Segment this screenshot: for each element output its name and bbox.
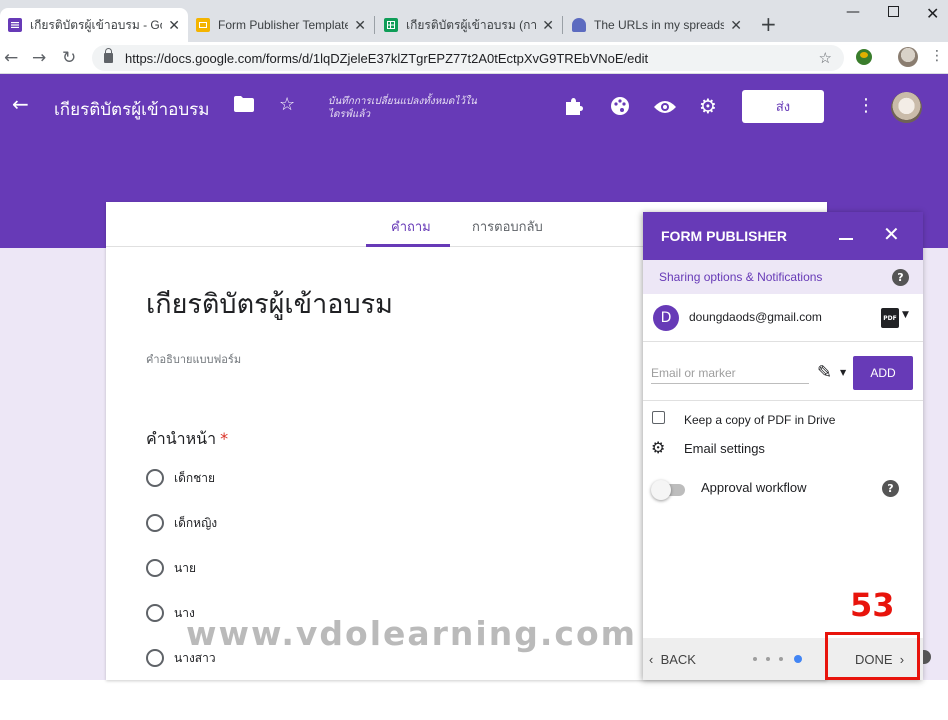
help-icon[interactable]: ? xyxy=(882,480,899,497)
close-tab-icon[interactable]: ✕ xyxy=(168,17,180,34)
tab-responses[interactable]: การตอบกลับ xyxy=(472,216,543,237)
close-tab-icon[interactable]: ✕ xyxy=(354,17,366,34)
approval-workflow-label: Approval workflow xyxy=(701,480,807,495)
tab-separator xyxy=(562,16,563,34)
addon-icon xyxy=(572,18,586,32)
gear-icon[interactable]: ⚙ xyxy=(651,438,665,457)
browser-tab-strip: เกียรติบัตรผู้เข้าอบรม - Goog ✕ Form Pub… xyxy=(0,0,948,42)
url-text: https://docs.google.com/forms/d/1lqDZjel… xyxy=(125,50,649,66)
forward-arrow-icon[interactable]: → xyxy=(32,48,46,68)
address-bar: ← → ↻ https://docs.google.com/forms/d/1l… xyxy=(0,42,948,74)
step-number: 53 xyxy=(850,586,895,624)
pdf-file-icon[interactable]: PDF xyxy=(881,308,899,328)
chevron-down-icon[interactable]: ▼ xyxy=(902,310,909,320)
sharing-options-link[interactable]: Sharing options & Notifications xyxy=(659,270,822,284)
required-marker: * xyxy=(220,429,229,448)
question-title[interactable]: คำนำหน้า * xyxy=(146,427,228,452)
browser-menu-icon[interactable]: ⋮ xyxy=(930,48,944,64)
add-button[interactable]: ADD xyxy=(853,356,913,390)
close-icon[interactable]: ✕ xyxy=(883,222,900,246)
highlight-box xyxy=(825,632,920,680)
forms-icon xyxy=(8,18,22,32)
email-settings-link[interactable]: Email settings xyxy=(684,441,765,456)
browser-tab-sheets[interactable]: เกียรติบัตรผู้เข้าอบรม (การตอ ✕ xyxy=(376,8,562,42)
minimize-window-icon[interactable]: — xyxy=(846,4,860,20)
toggle-knob[interactable] xyxy=(651,480,671,500)
option-label: นาย xyxy=(174,560,196,575)
watermark: www.vdolearning.com xyxy=(186,614,637,653)
step-dot-active xyxy=(794,655,802,663)
lock-icon xyxy=(104,48,113,63)
active-tab-indicator xyxy=(366,244,450,247)
form-description[interactable]: คำอธิบายแบบฟอร์ม xyxy=(146,350,241,368)
option-label: เด็กชาย xyxy=(174,470,216,485)
preview-eye-icon[interactable] xyxy=(654,98,676,119)
reload-icon[interactable]: ↻ xyxy=(62,48,76,68)
browser-tab-title: เกียรติบัตรผู้เข้าอบรม - Goog xyxy=(30,17,162,32)
settings-gear-icon[interactable]: ⚙ xyxy=(699,94,717,118)
email-or-marker-input[interactable] xyxy=(651,362,809,384)
sheets-icon xyxy=(384,18,398,32)
browser-tab-title: Form Publisher Template xyxy=(218,18,349,32)
panel-title: FORM PUBLISHER xyxy=(661,228,787,244)
star-icon[interactable]: ☆ xyxy=(279,94,295,115)
save-status: บันทึกการเปลี่ยนแปลงทั้งหมดไว้ในไดรฟ์แล้… xyxy=(328,96,477,120)
radio-button[interactable] xyxy=(146,649,164,667)
close-window-icon[interactable]: ✕ xyxy=(926,4,939,23)
slides-icon xyxy=(196,18,210,32)
step-dot xyxy=(753,657,757,661)
browser-tab-title: The URLs in my spreadshe xyxy=(594,18,725,32)
back-arrow-icon[interactable]: ← xyxy=(12,92,29,116)
divider xyxy=(643,400,923,401)
step-dot xyxy=(779,657,783,661)
chevron-down-icon[interactable]: ▼ xyxy=(840,368,846,377)
radio-option[interactable]: เด็กหญิง xyxy=(146,513,217,533)
radio-button[interactable] xyxy=(146,469,164,487)
bookmark-star-icon[interactable]: ☆ xyxy=(819,49,832,67)
keep-copy-checkbox[interactable] xyxy=(652,411,665,424)
radio-option[interactable]: นาย xyxy=(146,558,196,578)
browser-tab-title: เกียรติบัตรผู้เข้าอบรม (การตอ xyxy=(406,17,537,32)
radio-button[interactable] xyxy=(146,559,164,577)
radio-option[interactable]: เด็กชาย xyxy=(146,468,215,488)
maximize-window-icon[interactable] xyxy=(888,6,899,17)
extension-globe-icon[interactable] xyxy=(856,49,872,65)
close-tab-icon[interactable]: ✕ xyxy=(542,17,554,34)
url-field[interactable]: https://docs.google.com/forms/d/1lqDZjel… xyxy=(92,45,844,71)
avatar[interactable] xyxy=(891,92,922,123)
addon-puzzle-icon[interactable] xyxy=(564,96,584,121)
browser-profile-avatar[interactable] xyxy=(898,47,918,67)
browser-tab-slides[interactable]: Form Publisher Template ✕ xyxy=(188,8,374,42)
chevron-left-icon: ‹ xyxy=(649,652,654,667)
sharing-options-row[interactable]: Sharing options & Notifications ? xyxy=(643,260,923,294)
option-label: เด็กหญิง xyxy=(174,515,218,530)
new-tab-button[interactable]: + xyxy=(760,12,777,36)
minimize-icon[interactable] xyxy=(839,238,853,240)
keep-copy-label: Keep a copy of PDF in Drive xyxy=(684,413,836,427)
back-label: BACK xyxy=(660,652,696,667)
user-avatar: D xyxy=(653,305,679,331)
tab-questions[interactable]: คำถาม xyxy=(391,216,431,237)
user-email: doungdaods@gmail.com xyxy=(689,310,822,324)
form-title[interactable]: เกียรติบัตรผู้เข้าอบรม xyxy=(146,282,393,325)
palette-icon[interactable] xyxy=(610,96,630,121)
tab-separator xyxy=(374,16,375,34)
more-options-icon[interactable]: ⋮ xyxy=(857,95,875,116)
radio-button[interactable] xyxy=(146,604,164,622)
step-dot xyxy=(766,657,770,661)
radio-button[interactable] xyxy=(146,514,164,532)
send-button[interactable]: ส่ง xyxy=(742,90,824,123)
help-icon[interactable]: ? xyxy=(892,269,909,286)
panel-header: FORM PUBLISHER ✕ xyxy=(643,212,923,260)
question-label: คำนำหน้า xyxy=(146,429,217,448)
browser-tab-forms[interactable]: เกียรติบัตรผู้เข้าอบรม - Goog ✕ xyxy=(0,8,188,42)
form-name[interactable]: เกียรติบัตรผู้เข้าอบรม xyxy=(54,96,209,123)
browser-tab-urls[interactable]: The URLs in my spreadshe ✕ xyxy=(564,8,750,42)
back-arrow-icon[interactable]: ← xyxy=(4,48,18,68)
recipient-row: D doungdaods@gmail.com PDF ▼ xyxy=(643,294,923,342)
pencil-edit-icon[interactable]: ✎ xyxy=(817,362,832,383)
back-button[interactable]: ‹ BACK xyxy=(649,652,696,667)
folder-icon[interactable] xyxy=(234,96,254,117)
close-tab-icon[interactable]: ✕ xyxy=(730,17,742,34)
